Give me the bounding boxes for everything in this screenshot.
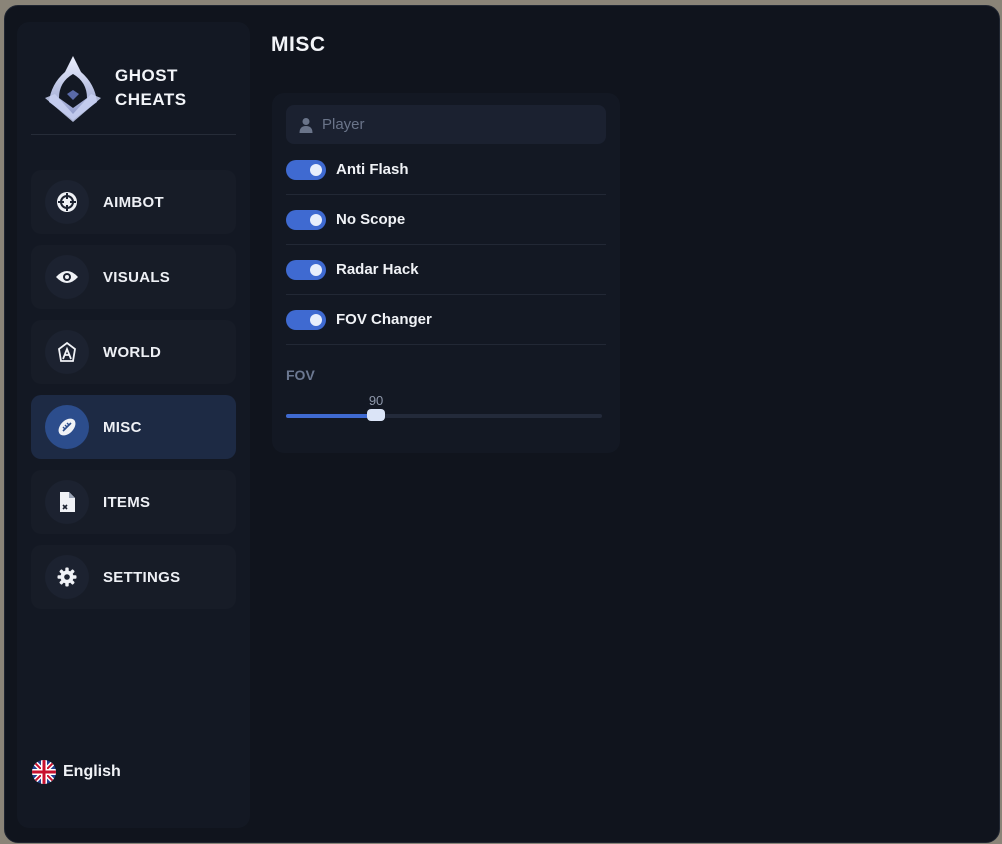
sidebar-item-visuals[interactable]: VISUALS <box>31 245 236 309</box>
sidebar-item-misc[interactable]: MISC <box>31 395 236 459</box>
toggle-row-no-scope: No Scope <box>286 195 606 245</box>
fov-label: FOV <box>286 367 315 383</box>
brand: GHOST CHEATS <box>43 54 225 122</box>
toggle-knob <box>310 313 322 326</box>
sidebar-item-label: MISC <box>103 418 142 436</box>
file-icon <box>45 480 89 524</box>
user-icon <box>299 117 313 133</box>
slider-thumb[interactable] <box>367 409 386 421</box>
toggle-knob <box>310 213 322 226</box>
slider-fill <box>286 414 377 418</box>
sidebar: GHOST CHEATS AIMBOT VISUALS WORLD MISC I… <box>17 22 250 828</box>
sidebar-item-label: WORLD <box>103 343 162 361</box>
sidebar-item-label: VISUALS <box>103 268 171 286</box>
toggle-label: Anti Flash <box>336 161 409 178</box>
anti-flash-toggle[interactable] <box>286 159 326 180</box>
fov-slider[interactable]: 90 <box>286 393 602 421</box>
app-window: GHOST CHEATS AIMBOT VISUALS WORLD MISC I… <box>4 5 1000 843</box>
world-icon <box>45 330 89 374</box>
toggle-knob <box>310 263 322 276</box>
search-box[interactable] <box>286 105 606 144</box>
toggle-row-radar-hack: Radar Hack <box>286 245 606 295</box>
no-scope-toggle[interactable] <box>286 209 326 230</box>
gear-icon <box>45 555 89 599</box>
sidebar-item-settings[interactable]: SETTINGS <box>31 545 236 609</box>
brand-name: GHOST CHEATS <box>115 64 225 112</box>
page-title: MISC <box>271 33 326 56</box>
toggle-row-anti-flash: Anti Flash <box>286 145 606 195</box>
radar-hack-toggle[interactable] <box>286 259 326 280</box>
sidebar-item-aimbot[interactable]: AIMBOT <box>31 170 236 234</box>
toggle-label: No Scope <box>336 211 406 228</box>
ghost-logo-icon <box>45 56 101 122</box>
divider <box>31 134 236 135</box>
eye-icon <box>45 255 89 299</box>
toggle-label: Radar Hack <box>336 261 419 278</box>
uk-flag-icon <box>32 760 56 784</box>
language-label: English <box>63 763 121 780</box>
slider-value: 90 <box>368 393 384 408</box>
sidebar-item-label: AIMBOT <box>103 193 164 211</box>
brand-line-1: GHOST <box>115 66 178 85</box>
sidebar-item-label: SETTINGS <box>103 568 181 586</box>
sidebar-item-items[interactable]: ITEMS <box>31 470 236 534</box>
language-selector[interactable]: English <box>31 759 121 785</box>
brand-line-2: CHEATS <box>115 90 187 109</box>
toggle-label: FOV Changer <box>336 311 432 328</box>
sidebar-item-label: ITEMS <box>103 493 151 511</box>
football-icon <box>45 405 89 449</box>
player-search-input[interactable] <box>322 116 592 133</box>
crosshair-icon <box>45 180 89 224</box>
toggle-knob <box>310 163 322 176</box>
misc-panel: Anti Flash No Scope Radar Hack FOV Chang… <box>272 93 620 453</box>
toggle-row-fov-changer: FOV Changer <box>286 295 606 345</box>
fov-changer-toggle[interactable] <box>286 309 326 330</box>
sidebar-item-world[interactable]: WORLD <box>31 320 236 384</box>
